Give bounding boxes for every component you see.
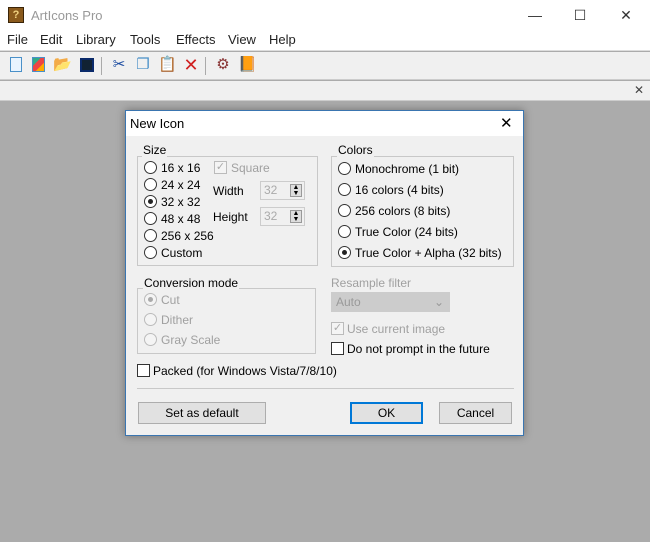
menu-view[interactable]: View — [228, 32, 256, 47]
color-32bit-radio[interactable] — [338, 246, 351, 259]
conversion-dither-radio[interactable] — [144, 313, 157, 326]
size-24-label: 24 x 24 — [161, 178, 201, 192]
size-32-label: 32 x 32 — [161, 195, 201, 209]
menu-bar: File Edit Library Tools Effects View Hel… — [0, 30, 650, 51]
color-256-label: 256 colors (8 bits) — [355, 204, 451, 218]
width-label: Width — [213, 184, 244, 198]
menu-effects[interactable]: Effects — [176, 32, 216, 47]
menu-help[interactable]: Help — [269, 32, 296, 47]
height-spin-arrows-icon[interactable]: ▲ ▼ — [290, 210, 302, 223]
packed-checkbox[interactable] — [137, 364, 150, 377]
menu-library[interactable]: Library — [76, 32, 116, 47]
minimize-button[interactable]: — — [512, 0, 558, 30]
menu-tools[interactable]: Tools — [130, 32, 160, 47]
new-image-icon[interactable] — [32, 57, 45, 72]
set-default-button[interactable]: Set as default — [138, 402, 266, 424]
conversion-gray-radio[interactable] — [144, 333, 157, 346]
close-doc-button[interactable]: ✕ — [634, 83, 644, 97]
color-32bit-label: True Color + Alpha (32 bits) — [355, 246, 502, 260]
size-custom-label: Custom — [161, 246, 203, 260]
app-title: ArtIcons Pro — [31, 8, 103, 23]
square-checkbox[interactable]: ✓ — [214, 161, 227, 174]
size-16-radio[interactable] — [144, 161, 157, 174]
do-not-prompt-checkbox[interactable] — [331, 342, 344, 355]
divider — [137, 388, 514, 389]
maximize-button[interactable]: ☐ — [557, 0, 603, 30]
ok-button[interactable]: OK — [350, 402, 423, 424]
new-icon-dialog: New Icon ✕ Size 16 x 16 24 x 24 32 x 32 … — [125, 110, 524, 436]
paste-icon[interactable]: 📋 — [158, 56, 177, 74]
conversion-group-label: Conversion mode — [143, 276, 240, 290]
menu-file[interactable]: File — [7, 32, 28, 47]
size-group-label: Size — [142, 143, 168, 157]
title-bar: ? ArtIcons Pro — ☐ ✕ — [0, 0, 650, 30]
colors-group-label: Colors — [337, 143, 374, 157]
conversion-cut-radio[interactable] — [144, 293, 157, 306]
height-value: 32 — [264, 209, 278, 223]
color-24bit-radio[interactable] — [338, 225, 351, 238]
toolbar-separator — [205, 57, 206, 75]
library-book-icon[interactable]: 📙 — [238, 56, 257, 74]
tool-icon[interactable]: ⚙ — [214, 56, 232, 74]
cut-icon[interactable]: ✂ — [110, 56, 128, 74]
chevron-down-icon: ⌄ — [433, 295, 444, 309]
color-mono-label: Monochrome (1 bit) — [355, 162, 460, 176]
menu-edit[interactable]: Edit — [40, 32, 62, 47]
size-48-radio[interactable] — [144, 212, 157, 225]
dialog-title-bar: New Icon ✕ — [126, 111, 523, 136]
size-32-radio[interactable] — [144, 195, 157, 208]
width-value: 32 — [264, 183, 278, 197]
do-not-prompt-label: Do not prompt in the future — [347, 342, 490, 356]
size-16-label: 16 x 16 — [161, 161, 201, 175]
dialog-title: New Icon — [130, 116, 185, 131]
document-bar: ✕ — [0, 81, 650, 101]
dialog-close-button[interactable]: ✕ — [500, 114, 513, 132]
resample-filter-select[interactable]: Auto ⌄ — [331, 292, 450, 312]
delete-icon[interactable]: ✕ — [182, 56, 200, 74]
copy-icon[interactable]: ❐ — [134, 56, 152, 74]
size-custom-radio[interactable] — [144, 246, 157, 259]
toolbar: 📂 ✂ ❐ 📋 ✕ ⚙ 📙 — [0, 52, 650, 80]
packed-label: Packed (for Windows Vista/7/8/10) — [153, 364, 337, 378]
size-24-radio[interactable] — [144, 178, 157, 191]
size-48-label: 48 x 48 — [161, 212, 201, 226]
color-24bit-label: True Color (24 bits) — [355, 225, 458, 239]
use-current-image-checkbox[interactable]: ✓ — [331, 322, 344, 335]
height-label: Height — [213, 210, 248, 224]
color-mono-radio[interactable] — [338, 162, 351, 175]
conversion-cut-label: Cut — [161, 293, 180, 307]
width-spin-arrows-icon[interactable]: ▲ ▼ — [290, 184, 302, 197]
new-icon[interactable] — [10, 57, 22, 72]
use-current-image-label: Use current image — [347, 322, 446, 336]
toolbar-separator — [101, 57, 102, 75]
save-icon[interactable] — [80, 58, 94, 72]
cancel-button[interactable]: Cancel — [439, 402, 512, 424]
conversion-gray-label: Gray Scale — [161, 333, 221, 347]
size-256-label: 256 x 256 — [161, 229, 214, 243]
size-256-radio[interactable] — [144, 229, 157, 242]
color-256-radio[interactable] — [338, 204, 351, 217]
height-spinner[interactable]: 32 ▲ ▼ — [260, 207, 305, 226]
color-16-label: 16 colors (4 bits) — [355, 183, 444, 197]
width-spinner[interactable]: 32 ▲ ▼ — [260, 181, 305, 200]
square-label: Square — [231, 161, 270, 175]
close-button[interactable]: ✕ — [603, 0, 649, 30]
open-folder-icon[interactable]: 📂 — [53, 56, 72, 74]
conversion-dither-label: Dither — [161, 313, 194, 327]
resample-filter-value: Auto — [336, 295, 361, 309]
app-chest-icon: ? — [8, 7, 24, 23]
resample-filter-label: Resample filter — [331, 276, 412, 290]
color-16-radio[interactable] — [338, 183, 351, 196]
